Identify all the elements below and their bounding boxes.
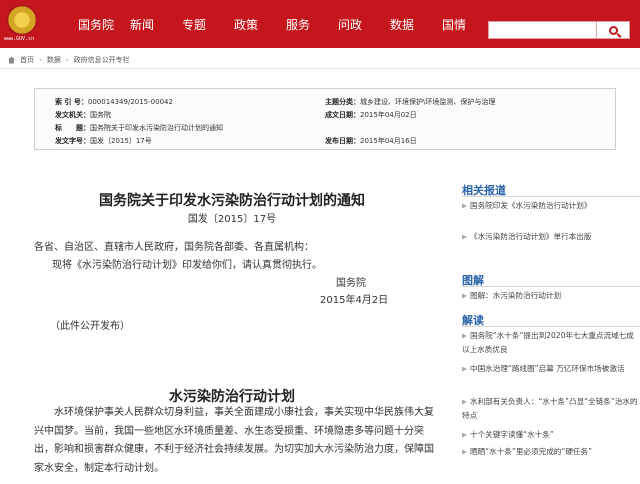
explain-link[interactable]: 国务院“水十条”提出到2020年七大重点流域七成以上水质优良 [462, 329, 640, 357]
bullet-icon [462, 449, 467, 455]
site-url: www.GOV.cn [4, 36, 35, 42]
main-nav: 国务院 新闻 专题 政策 服务 问政 数据 国情 [76, 0, 480, 48]
divider [462, 286, 640, 287]
bullet-icon [462, 293, 467, 299]
article-addressee: 各省、自治区、直辖市人民政府，国务院各部委、各直属机构： [34, 242, 314, 253]
related-link[interactable]: 国务院印发《水污染防治行动计划》 [462, 199, 640, 213]
nav-item-national-info[interactable]: 国情 [428, 16, 480, 33]
explain-link-text[interactable]: 十个关键字读懂“水十条” [470, 430, 554, 439]
meta-title: 标 题：国务院关于印发水污染防治行动计划的通知 [55, 123, 223, 133]
meta-category: 主题分类：城乡建设、环境保护\环境监测、保护与治理 [325, 97, 495, 107]
breadcrumb-gov-info[interactable]: 政府信息公开专栏 [74, 55, 130, 65]
explain-link-text[interactable]: 国务院“水十条”提出到2020年七大重点流域七成以上水质优良 [462, 331, 634, 354]
bullet-icon [462, 399, 467, 405]
meta-issuer: 发文机关：国务院 [55, 110, 111, 120]
meta-label: 发布日期： [325, 137, 360, 145]
explain-link[interactable]: 晒晒“水十条”里必须完成的“硬任务” [462, 445, 640, 459]
bullet-icon [462, 234, 467, 240]
divider [462, 326, 640, 327]
meta-label: 发文机关： [55, 111, 90, 119]
home-icon [8, 56, 15, 64]
search-input[interactable] [488, 21, 598, 39]
explain-link-text[interactable]: 水利部有关负责人：“水十条”凸显“全链条”治水的特点 [462, 397, 638, 420]
nav-item-topics[interactable]: 专题 [168, 16, 220, 33]
meta-value: 2015年04月02日 [360, 111, 417, 119]
meta-label: 索 引 号： [55, 98, 88, 106]
meta-value: 国务院关于印发水污染防治行动计划的通知 [90, 124, 223, 132]
breadcrumb-data[interactable]: 数据 [47, 55, 61, 65]
explain-link[interactable]: 中国水治理“路线图”启幕 万亿环保市场被激活 [462, 362, 640, 376]
article-body: 现将《水污染防治行动计划》印发给你们，请认真贯彻执行。 [52, 260, 322, 271]
search-icon [608, 25, 618, 35]
nav-item-service[interactable]: 服务 [272, 16, 324, 33]
related-link[interactable]: 《水污染防治行动计划》单行本出版 [462, 230, 640, 244]
document-metadata: 索 引 号：000014349/2015-00042 主题分类：城乡建设、环境保… [34, 88, 616, 150]
meta-value: 2015年04月16日 [360, 137, 417, 145]
article-date: 2015年4月2日 [320, 295, 389, 306]
article-publish-note: （此件公开发布） [50, 321, 130, 332]
divider [0, 68, 640, 69]
related-link-text[interactable]: 国务院印发《水污染防治行动计划》 [470, 201, 592, 210]
national-emblem-icon[interactable] [6, 4, 38, 36]
explain-link[interactable]: 十个关键字读懂“水十条” [462, 428, 640, 442]
article-paragraph: 水环境保护事关人民群众切身利益，事关全面建成小康社会，事关实现中华民族伟大复兴中… [34, 407, 434, 474]
meta-value: 国发〔2015〕17号 [90, 137, 152, 145]
meta-label: 主题分类： [325, 98, 360, 106]
meta-published-date: 发布日期：2015年04月16日 [325, 136, 417, 146]
explain-link-text[interactable]: 中国水治理“路线图”启幕 万亿环保市场被激活 [470, 364, 625, 373]
diagram-link-text[interactable]: 图解：水污染防治行动计划 [470, 291, 561, 300]
article-subtitle: 水污染防治行动计划 [169, 389, 295, 405]
nav-item-news[interactable]: 新闻 [116, 16, 168, 33]
breadcrumb-separator: › [65, 56, 69, 64]
meta-label: 成文日期： [325, 111, 360, 119]
breadcrumb: 首页 › 数据 › 政府信息公开专栏 [8, 53, 130, 67]
bullet-icon [462, 432, 467, 438]
explain-link-text[interactable]: 晒晒“水十条”里必须完成的“硬任务” [470, 447, 592, 456]
breadcrumb-home[interactable]: 首页 [20, 55, 34, 65]
breadcrumb-separator: › [39, 56, 42, 64]
bullet-icon [462, 333, 467, 339]
nav-item-inquiry[interactable]: 问政 [324, 16, 376, 33]
nav-item-policy[interactable]: 政策 [220, 16, 272, 33]
nav-item-guowuyuan[interactable]: 国务院 [76, 16, 116, 33]
meta-created-date: 成文日期：2015年04月02日 [325, 110, 417, 120]
meta-value: 国务院 [90, 111, 111, 119]
top-nav-bar: www.GOV.cn 国务院 新闻 专题 政策 服务 问政 数据 国情 [0, 0, 640, 48]
meta-index-no: 索 引 号：000014349/2015-00042 [55, 97, 173, 107]
meta-label: 发文字号： [55, 137, 90, 145]
meta-label: 标 题： [55, 124, 90, 132]
nav-item-data[interactable]: 数据 [376, 16, 428, 33]
search-button[interactable] [596, 21, 630, 39]
meta-value: 城乡建设、环境保护\环境监测、保护与治理 [360, 98, 496, 106]
divider [462, 196, 640, 197]
meta-doc-no: 发文字号：国发〔2015〕17号 [55, 136, 152, 146]
meta-value: 000014349/2015-00042 [87, 98, 173, 106]
bullet-icon [462, 203, 467, 209]
article-signer: 国务院 [336, 278, 366, 289]
article-title: 国务院关于印发水污染防治行动计划的通知 [99, 193, 365, 209]
explain-link[interactable]: 水利部有关负责人：“水十条”凸显“全链条”治水的特点 [462, 395, 640, 423]
article-doc-number: 国发〔2015〕17号 [187, 214, 277, 225]
diagram-link[interactable]: 图解：水污染防治行动计划 [462, 289, 640, 303]
bullet-icon [462, 366, 467, 372]
related-link-text[interactable]: 《水污染防治行动计划》单行本出版 [470, 232, 592, 241]
